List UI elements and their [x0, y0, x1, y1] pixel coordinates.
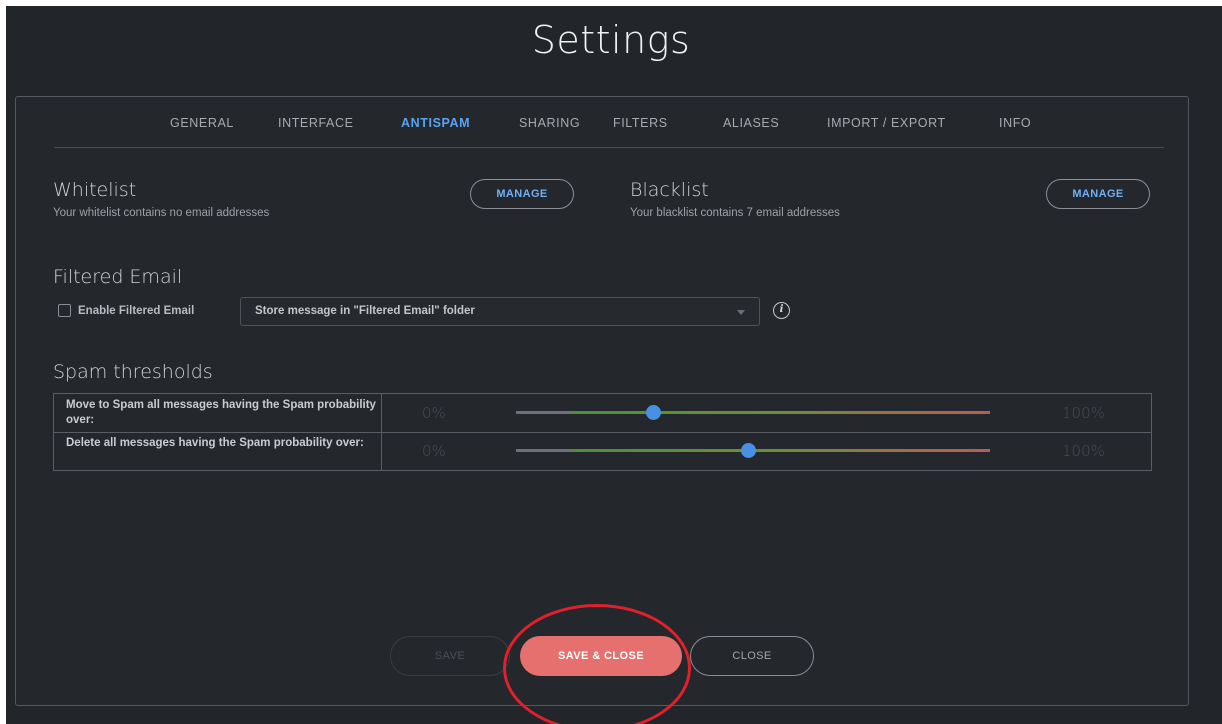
blacklist-manage-button[interactable]: MANAGE: [1046, 179, 1150, 209]
close-button[interactable]: CLOSE: [690, 636, 814, 676]
whitelist-title: Whitelist: [53, 179, 137, 201]
tab-antispam[interactable]: ANTISPAM: [401, 116, 470, 130]
delete-spam-slider[interactable]: [516, 443, 990, 458]
enable-filtered-email-label: Enable Filtered Email: [78, 304, 195, 317]
spam-thresholds-title: Spam thresholds: [53, 361, 213, 383]
window-edge: [0, 0, 1222, 6]
whitelist-subtitle: Your whitelist contains no email address…: [53, 207, 270, 219]
blacklist-title: Blacklist: [630, 179, 709, 201]
tab-divider: [54, 147, 1164, 148]
tab-import-export[interactable]: IMPORT / EXPORT: [827, 116, 946, 130]
tab-filters[interactable]: FILTERS: [613, 116, 668, 130]
tab-sharing[interactable]: SHARING: [519, 116, 580, 130]
tab-general[interactable]: GENERAL: [170, 116, 234, 130]
move-to-spam-label: Move to Spam all messages having the Spa…: [54, 394, 382, 432]
save-and-close-button[interactable]: SAVE & CLOSE: [520, 636, 682, 676]
filtered-email-action-value: Store message in "Filtered Email" folder: [255, 305, 475, 317]
tab-aliases[interactable]: ALIASES: [723, 116, 779, 130]
enable-filtered-email-checkbox[interactable]: [58, 304, 71, 317]
settings-screen: Settings GENERAL INTERFACE ANTISPAM SHAR…: [0, 0, 1222, 724]
save-button[interactable]: SAVE: [390, 636, 510, 676]
move-to-spam-slider[interactable]: [516, 405, 990, 420]
delete-spam-min-label: 0%: [422, 442, 446, 460]
slider-track[interactable]: [516, 411, 990, 414]
enable-filtered-email-row[interactable]: Enable Filtered Email: [58, 304, 194, 317]
move-to-spam-min-label: 0%: [422, 404, 446, 422]
table-row: Delete all messages having the Spam prob…: [54, 432, 1151, 470]
tab-bar: GENERAL INTERFACE ANTISPAM SHARING FILTE…: [16, 97, 1188, 147]
settings-panel: GENERAL INTERFACE ANTISPAM SHARING FILTE…: [15, 96, 1189, 706]
filtered-email-title: Filtered Email: [53, 266, 183, 288]
info-icon[interactable]: i: [773, 302, 790, 319]
table-row: Move to Spam all messages having the Spa…: [54, 394, 1151, 433]
window-edge: [0, 0, 6, 724]
whitelist-manage-button[interactable]: MANAGE: [470, 179, 574, 209]
slider-handle[interactable]: [646, 405, 662, 420]
delete-spam-label: Delete all messages having the Spam prob…: [54, 432, 382, 470]
blacklist-subtitle: Your blacklist contains 7 email addresse…: [630, 207, 840, 219]
page-title: Settings: [531, 18, 691, 62]
slider-handle[interactable]: [741, 443, 757, 458]
tab-info[interactable]: INFO: [999, 116, 1031, 130]
chevron-down-icon: [737, 310, 745, 315]
move-to-spam-max-label: 100%: [1062, 404, 1105, 422]
spam-thresholds-table: Move to Spam all messages having the Spa…: [53, 393, 1152, 471]
tab-interface[interactable]: INTERFACE: [278, 116, 354, 130]
filtered-email-action-select[interactable]: Store message in "Filtered Email" folder: [240, 297, 760, 326]
delete-spam-max-label: 100%: [1062, 442, 1105, 460]
